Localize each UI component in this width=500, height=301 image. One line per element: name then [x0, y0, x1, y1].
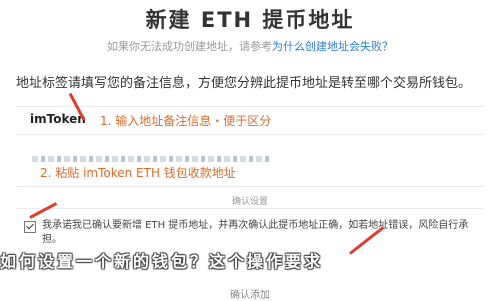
- page-subtitle: 如果你无法成功创建地址，请参考为什么创建地址会失败？: [0, 38, 500, 54]
- confirm-statement: 我承诺我已确认要新增 ETH 提币地址，并再次确认此提币地址正确，如若地址错误，…: [42, 220, 469, 245]
- step-1-annotation: 1. 输入地址备注信息・便于区分: [100, 114, 272, 128]
- confirm-checkbox[interactable]: [24, 221, 36, 233]
- divider: [16, 134, 484, 135]
- help-link[interactable]: 为什么创建地址会失败？: [272, 40, 393, 53]
- section-heading: 确认设置: [231, 197, 268, 207]
- address-label-description: 地址标签请填写您的备注信息，方便您分辨此提币地址是转至哪个交易所钱包。: [16, 76, 472, 91]
- subtitle-text: 如果你无法成功创建地址，请参考: [107, 40, 272, 53]
- imtoken-logo: imToken: [30, 112, 86, 126]
- confirm-add-button[interactable]: 确认添加: [0, 286, 500, 301]
- divider: [16, 186, 484, 187]
- step-2-annotation: 2. 粘贴 imToken ETH 钱包收款地址: [40, 166, 236, 180]
- page-title: 新建 ETH 提币地址: [145, 8, 355, 32]
- divider: [16, 208, 484, 209]
- masked-address-value: [32, 156, 272, 162]
- overlay-caption: 如何设置一个新的钱包？这个操作要求: [0, 252, 324, 271]
